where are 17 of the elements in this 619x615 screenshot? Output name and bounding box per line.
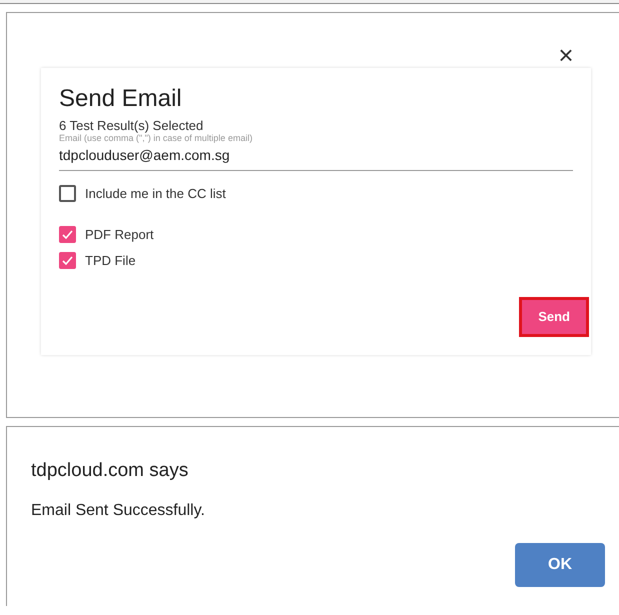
check-icon	[61, 254, 74, 268]
checkbox[interactable]	[59, 185, 76, 202]
ok-button[interactable]: OK	[515, 543, 605, 587]
selection-count: 6 Test Result(s) Selected	[59, 118, 204, 133]
option-label: TPD File	[85, 252, 136, 270]
alert-title: tdpcloud.com says	[31, 459, 188, 483]
checkbox[interactable]	[59, 226, 76, 243]
email-field[interactable]: tdpclouduser@aem.com.sg	[59, 143, 573, 171]
close-button[interactable]: ×	[555, 43, 577, 67]
check-icon	[61, 228, 74, 241]
option-label: Include me in the CC list	[85, 185, 226, 203]
option-label: PDF Report	[85, 226, 154, 244]
dialog-title: Send Email	[59, 85, 182, 113]
alert-message: Email Sent Successfully.	[31, 501, 205, 521]
field-label: Email (use comma (",") in case of multiple email)	[59, 133, 252, 143]
send-button[interactable]: Send	[519, 296, 589, 336]
checkbox[interactable]	[59, 252, 76, 270]
